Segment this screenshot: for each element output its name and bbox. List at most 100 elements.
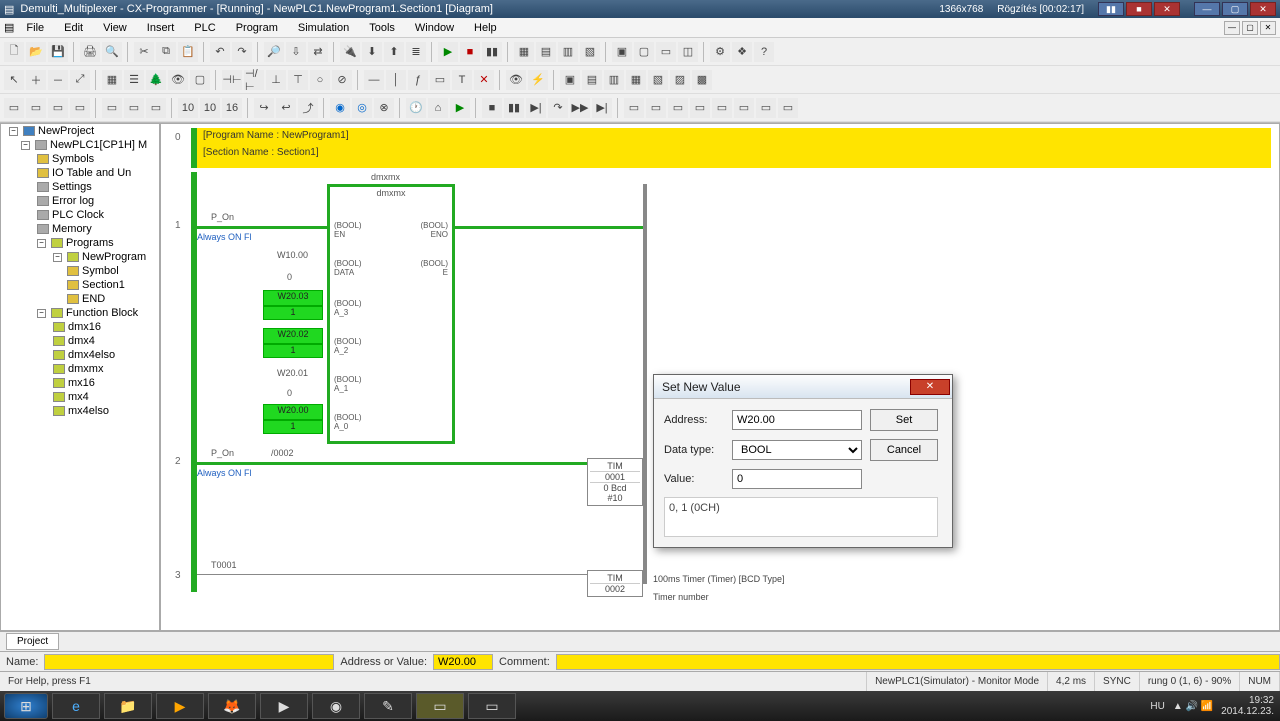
rec-cancel-button[interactable]: ✕ xyxy=(1154,2,1180,16)
tree-fb-dmxmx[interactable]: dmxmx xyxy=(68,363,103,375)
tb-win1[interactable]: ▣ xyxy=(560,70,580,90)
tb-extra6[interactable]: ▭ xyxy=(734,98,754,118)
tb-cursor[interactable]: ↖ xyxy=(4,70,24,90)
tb-sim2[interactable]: ▭ xyxy=(26,98,46,118)
tb-zoomin[interactable]: ＋ xyxy=(26,70,46,90)
tb-help[interactable]: ? xyxy=(754,42,774,62)
tree-fb-dmx16[interactable]: dmx16 xyxy=(68,321,101,333)
tree-symbols[interactable]: Symbols xyxy=(52,153,94,165)
ladder-canvas[interactable]: 0 [Program Name : NewProgram1] [Section … xyxy=(160,123,1280,631)
tb-view8[interactable]: ◫ xyxy=(678,42,698,62)
tb-watch[interactable]: 👁 xyxy=(168,70,188,90)
tb-force-cancel[interactable]: ⊗ xyxy=(374,98,394,118)
tb-print[interactable]: 🖨 xyxy=(80,42,100,62)
tb-step1[interactable]: ↪ xyxy=(254,98,274,118)
tb-replace[interactable]: ⇄ xyxy=(308,42,328,62)
menu-window[interactable]: Window xyxy=(407,20,462,36)
tb-extra3[interactable]: ▭ xyxy=(668,98,688,118)
tb-step2[interactable]: ↩ xyxy=(276,98,296,118)
start-button[interactable]: ⊞ xyxy=(4,693,48,719)
tree-fb-dmx4[interactable]: dmx4 xyxy=(68,335,95,347)
tree-prog-symbol[interactable]: Symbol xyxy=(82,265,119,277)
task-media[interactable]: ▶ xyxy=(156,693,204,719)
w2002-box[interactable]: W20.02 xyxy=(263,328,323,344)
tb-func[interactable]: ƒ xyxy=(408,70,428,90)
tree-fb[interactable]: Function Block xyxy=(66,307,138,319)
tb-coiln[interactable]: ⊘ xyxy=(332,70,352,90)
tb-misc2[interactable]: ❖ xyxy=(732,42,752,62)
tb-clock[interactable]: 🕐 xyxy=(406,98,426,118)
fb-instance[interactable]: dmxmx (BOOL) EN (BOOL) ENO (BOOL) DATA (… xyxy=(327,184,455,444)
task-explorer[interactable]: 📁 xyxy=(104,693,152,719)
menu-help[interactable]: Help xyxy=(466,20,505,36)
tb-contact-nc[interactable]: ⊣/⊢ xyxy=(244,70,264,90)
tb-coil[interactable]: ○ xyxy=(310,70,330,90)
tb-view6[interactable]: ▢ xyxy=(634,42,654,62)
cancel-button[interactable]: Cancel xyxy=(870,439,938,461)
name-field[interactable] xyxy=(44,654,334,670)
maximize-button[interactable]: ▢ xyxy=(1222,2,1248,16)
tree-plcclock[interactable]: PLC Clock xyxy=(52,209,104,221)
tb-extra7[interactable]: ▭ xyxy=(756,98,776,118)
tb-stop[interactable]: ■ xyxy=(460,42,480,62)
tb-win6[interactable]: ▨ xyxy=(670,70,690,90)
tree-iotable[interactable]: IO Table and Un xyxy=(52,167,131,179)
tb-view4[interactable]: ▧ xyxy=(580,42,600,62)
tb-fb[interactable]: ▭ xyxy=(430,70,450,90)
tree-memory[interactable]: Memory xyxy=(52,223,92,235)
tb-win2[interactable]: ▤ xyxy=(582,70,602,90)
dialog-close-button[interactable]: ✕ xyxy=(910,379,950,395)
set-button[interactable]: Set xyxy=(870,409,938,431)
comment-field[interactable] xyxy=(556,654,1280,670)
tree-fb-mx4[interactable]: mx4 xyxy=(68,391,89,403)
tree-newprogram[interactable]: NewProgram xyxy=(82,251,146,263)
tb-view1[interactable]: ▦ xyxy=(514,42,534,62)
tb-sim1[interactable]: ▭ xyxy=(4,98,24,118)
menu-plc[interactable]: PLC xyxy=(186,20,223,36)
tb-undo[interactable]: ↶ xyxy=(210,42,230,62)
tb-findnext[interactable]: ⇩ xyxy=(286,42,306,62)
project-tree[interactable]: −NewProject −NewPLC1[CP1H] M Symbols IO … xyxy=(0,123,160,631)
tb-zoomfit[interactable]: ⤢ xyxy=(70,70,90,90)
datatype-select[interactable]: BOOL xyxy=(732,440,862,460)
menu-tools[interactable]: Tools xyxy=(361,20,403,36)
menu-program[interactable]: Program xyxy=(228,20,286,36)
tb-upload[interactable]: ⬆ xyxy=(384,42,404,62)
tb-win4[interactable]: ▦ xyxy=(626,70,646,90)
menu-simulation[interactable]: Simulation xyxy=(290,20,357,36)
tb-grid[interactable]: ▦ xyxy=(102,70,122,90)
tb-monitor[interactable]: 👁 xyxy=(506,70,526,90)
tb-end[interactable]: ▶| xyxy=(592,98,612,118)
tb-force[interactable]: ⚡ xyxy=(528,70,548,90)
tree-fb-mx16[interactable]: mx16 xyxy=(68,377,95,389)
task-app2[interactable]: ✎ xyxy=(364,693,412,719)
tb-vline[interactable]: │ xyxy=(386,70,406,90)
tb-sim5[interactable]: ▭ xyxy=(102,98,122,118)
tb-hline[interactable]: — xyxy=(364,70,384,90)
tb-open[interactable]: 📂 xyxy=(26,42,46,62)
tb-sim4[interactable]: ▭ xyxy=(70,98,90,118)
tb-preview[interactable]: 🔍 xyxy=(102,42,122,62)
tb-text[interactable]: T xyxy=(452,70,472,90)
tb-list[interactable]: ☰ xyxy=(124,70,144,90)
tb-run[interactable]: ▶ xyxy=(438,42,458,62)
tree-prog-end[interactable]: END xyxy=(82,293,105,305)
tb-ff[interactable]: ▶▶ xyxy=(570,98,590,118)
tb-delete[interactable]: ✕ xyxy=(474,70,494,90)
tb-sim3[interactable]: ▭ xyxy=(48,98,68,118)
system-tray[interactable]: HU ▲ 🔊 📶 19:32 2014.12.23. xyxy=(1150,695,1274,717)
mdi-close-button[interactable]: ✕ xyxy=(1260,21,1276,35)
tb-zoomout[interactable]: － xyxy=(48,70,68,90)
tb-win3[interactable]: ▥ xyxy=(604,70,624,90)
tb-home[interactable]: ⌂ xyxy=(428,98,448,118)
tree-root[interactable]: NewProject xyxy=(38,125,94,137)
tb-view2[interactable]: ▤ xyxy=(536,42,556,62)
task-ie[interactable]: e xyxy=(52,693,100,719)
tb-extra5[interactable]: ▭ xyxy=(712,98,732,118)
tb-win5[interactable]: ▧ xyxy=(648,70,668,90)
tb-redo[interactable]: ↷ xyxy=(232,42,252,62)
tab-project[interactable]: Project xyxy=(6,633,59,650)
tb-download[interactable]: ⬇ xyxy=(362,42,382,62)
tb-tree[interactable]: 🌲 xyxy=(146,70,166,90)
tim-box-1[interactable]: TIM 0001 0 Bcd #10 xyxy=(587,458,643,506)
